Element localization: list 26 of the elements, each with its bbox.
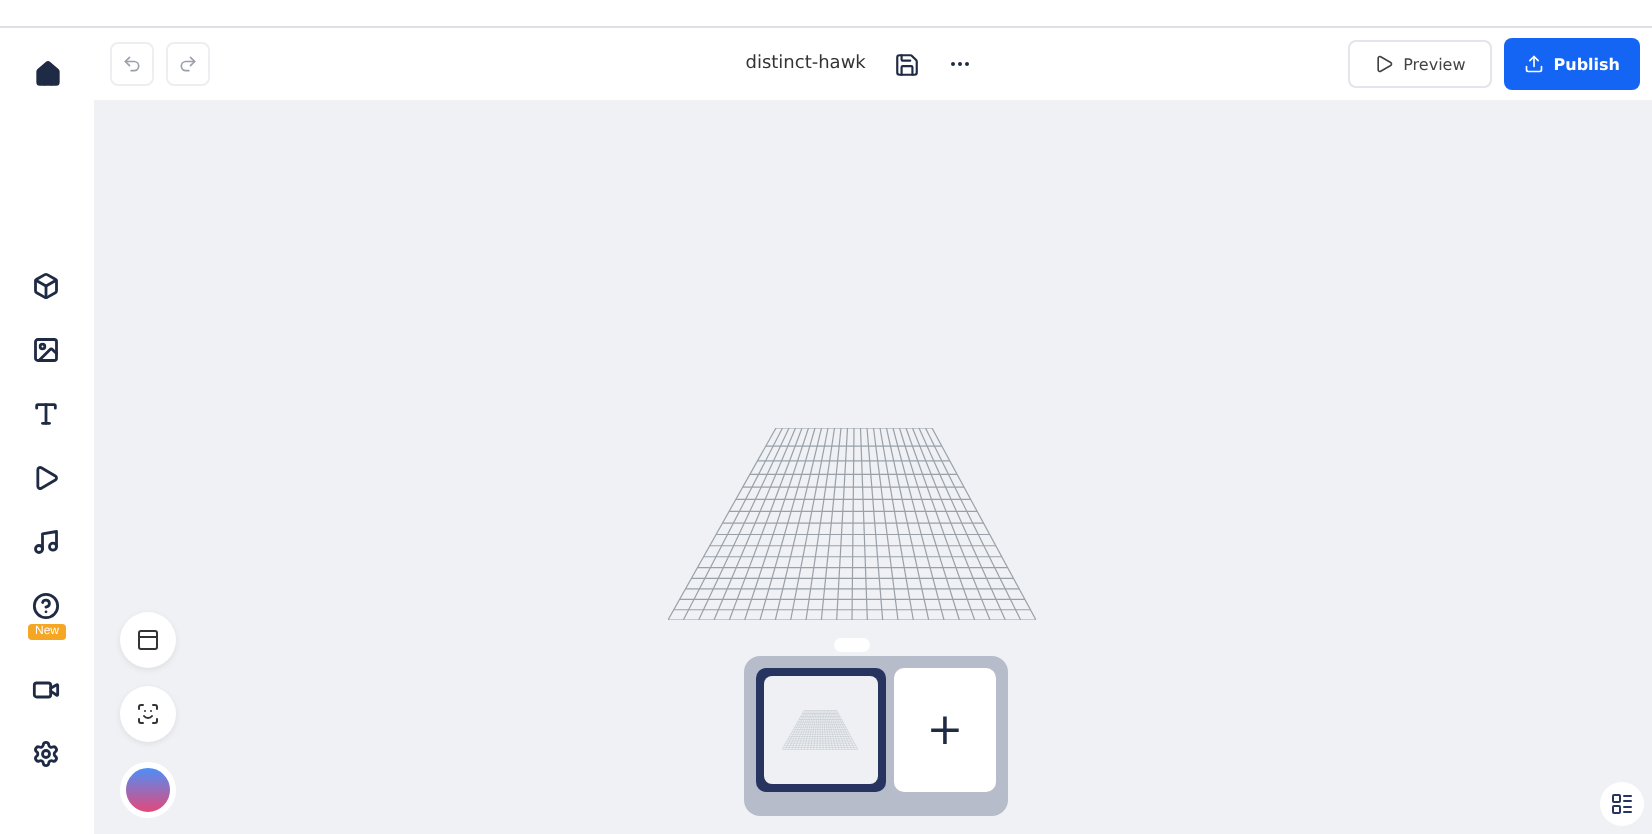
upload-icon [1523, 54, 1544, 74]
project-name: distinct-hawk [745, 54, 866, 74]
audio-tool-button[interactable] [32, 528, 61, 556]
face-scan-icon [136, 702, 160, 726]
images-tool-button[interactable] [32, 336, 61, 364]
play-icon [1373, 54, 1394, 74]
redo-icon [178, 54, 198, 74]
video-tool-button[interactable] [32, 464, 61, 492]
preview-button[interactable]: Preview [1347, 40, 1492, 88]
publish-button[interactable]: Publish [1503, 38, 1640, 90]
face-scan-button[interactable] [120, 686, 176, 742]
add-scene-button[interactable]: + [893, 668, 996, 792]
list-button[interactable] [1600, 782, 1644, 826]
layout-button[interactable] [120, 612, 176, 668]
scene-card[interactable] [756, 668, 886, 792]
save-button[interactable] [893, 51, 920, 77]
undo-icon [122, 54, 142, 74]
scene-thumbnail-drawing [782, 710, 859, 750]
settings-tool-button[interactable] [32, 740, 61, 768]
objects-tool-button[interactable] [32, 272, 61, 300]
panel-icon [136, 628, 160, 652]
camera-tool-button[interactable] [32, 676, 61, 704]
home-button[interactable] [33, 60, 61, 88]
text-tool-button[interactable] [32, 400, 61, 428]
color-button[interactable] [120, 762, 176, 818]
list-icon [1610, 792, 1634, 816]
